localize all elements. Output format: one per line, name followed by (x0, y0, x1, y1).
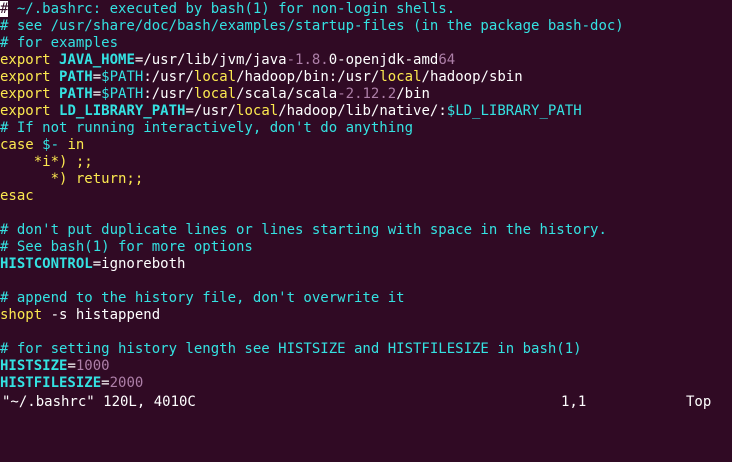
token-keyword: local (236, 103, 279, 119)
vim-editor[interactable]: # ~/.bashrc: executed by bash(1) for non… (0, 0, 732, 415)
token-var: PATH (59, 86, 93, 102)
editor-line[interactable]: export PATH=$PATH:/usr/local/hadoop/bin:… (0, 69, 523, 86)
token-text: /hadoop/lib/native/: (278, 103, 447, 119)
token-keyword: export (0, 86, 60, 102)
status-line: "~/.bashrc" 120L, 4010C 1,1 Top (0, 394, 732, 411)
token-keyword: export (0, 103, 60, 119)
editor-line[interactable]: shopt -s histappend (0, 307, 160, 324)
editor-line[interactable]: # for examples (0, 35, 118, 52)
token-num: 64 (438, 52, 456, 68)
token-text: :/usr/ (143, 86, 194, 102)
token-text: :/usr/ (143, 69, 194, 85)
token-comment: # If not running interactively, don't do… (0, 120, 414, 136)
token-comment: # don't put duplicate lines or lines sta… (0, 222, 607, 238)
editor-line[interactable]: esac (0, 188, 34, 205)
editor-line[interactable]: export PATH=$PATH:/usr/local/scala/scala… (0, 86, 430, 103)
token-comment: # See bash(1) for more options (0, 239, 253, 255)
editor-line[interactable]: HISTCONTROL=ignoreboth (0, 256, 185, 273)
token-num: -1.8. (286, 52, 329, 68)
token-num: 2000 (109, 375, 144, 391)
token-var: PATH (59, 69, 93, 85)
token-keyword: export (0, 69, 60, 85)
token-text: =ignoreboth (92, 256, 186, 272)
token-keyword: *) return;; (50, 171, 144, 187)
token-text: /hadoop/bin:/usr/ (236, 69, 380, 85)
token-keyword: in (59, 137, 85, 153)
token-var: HISTSIZE (0, 358, 68, 374)
token-text: /scala/scala (236, 86, 338, 102)
token-keyword: local (193, 69, 237, 85)
token-varref: $- (42, 137, 60, 153)
token-num: 1000 (75, 358, 110, 374)
token-text: /hadoop/sbin (421, 69, 523, 85)
editor-line[interactable]: # append to the history file, don't over… (0, 290, 405, 307)
editor-line[interactable]: HISTFILESIZE=2000 (0, 375, 143, 392)
token-text: = (92, 69, 102, 85)
editor-line[interactable]: # ~/.bashrc: executed by bash(1) for non… (0, 1, 455, 18)
token-text: /bin (396, 86, 430, 102)
status-file-info: "~/.bashrc" 120L, 4010C (2, 394, 196, 410)
editor-line[interactable]: # for setting history length see HISTSIZ… (0, 341, 582, 358)
token-text: = (67, 358, 76, 374)
token-keyword: shopt (0, 307, 43, 323)
token-var: LD_LIBRARY_PATH (59, 103, 186, 119)
token-num: -2.12.2 (337, 86, 397, 102)
token-keyword: *i*) ;; (33, 154, 93, 170)
status-scroll-indicator: Top (686, 394, 712, 410)
token-text: -s histappend (42, 307, 161, 323)
token-keyword: case (0, 137, 43, 153)
token-var: JAVA_HOME (59, 52, 135, 68)
token-keyword: local (379, 69, 422, 85)
editor-line[interactable]: case $- in (0, 137, 84, 154)
token-comment: # see /usr/share/doc/bash/examples/start… (0, 18, 624, 34)
token-var: HISTFILESIZE (0, 375, 102, 391)
editor-line[interactable]: export LD_LIBRARY_PATH=/usr/local/hadoop… (0, 103, 582, 120)
token-varref: $PATH (101, 86, 144, 102)
editor-line[interactable]: *i*) ;; (0, 154, 93, 171)
token-comment: ~/.bashrc: executed by bash(1) for non-l… (8, 1, 456, 17)
token-var: HISTCONTROL (0, 256, 93, 272)
token-text: =/usr/ (185, 103, 237, 119)
editor-line[interactable]: HISTSIZE=1000 (0, 358, 110, 375)
token-keyword: esac (0, 188, 34, 204)
token-varref: $LD_LIBRARY_PATH (446, 103, 582, 119)
editor-line[interactable]: export JAVA_HOME=/usr/lib/jvm/java-1.8.0… (0, 52, 455, 69)
token-comment: # for examples (0, 35, 119, 51)
token-varref: $PATH (101, 69, 144, 85)
token-comment: # for setting history length see HISTSIZ… (0, 341, 582, 357)
editor-line[interactable]: # don't put duplicate lines or lines sta… (0, 222, 607, 239)
editor-line[interactable]: # If not running interactively, don't do… (0, 120, 413, 137)
token-text: 0-openjdk-amd (328, 52, 439, 68)
token-text: = (92, 86, 102, 102)
editor-line[interactable]: # See bash(1) for more options (0, 239, 253, 256)
token-comment: # append to the history file, don't over… (0, 290, 405, 306)
token-text: =/usr/lib/jvm/java (134, 52, 287, 68)
editor-line[interactable]: *) return;; (0, 171, 144, 188)
token-keyword: local (193, 86, 237, 102)
token-text: = (101, 375, 110, 391)
editor-line[interactable]: # see /usr/share/doc/bash/examples/start… (0, 18, 624, 35)
token-keyword: export (0, 52, 60, 68)
status-cursor-position: 1,1 (561, 394, 587, 410)
